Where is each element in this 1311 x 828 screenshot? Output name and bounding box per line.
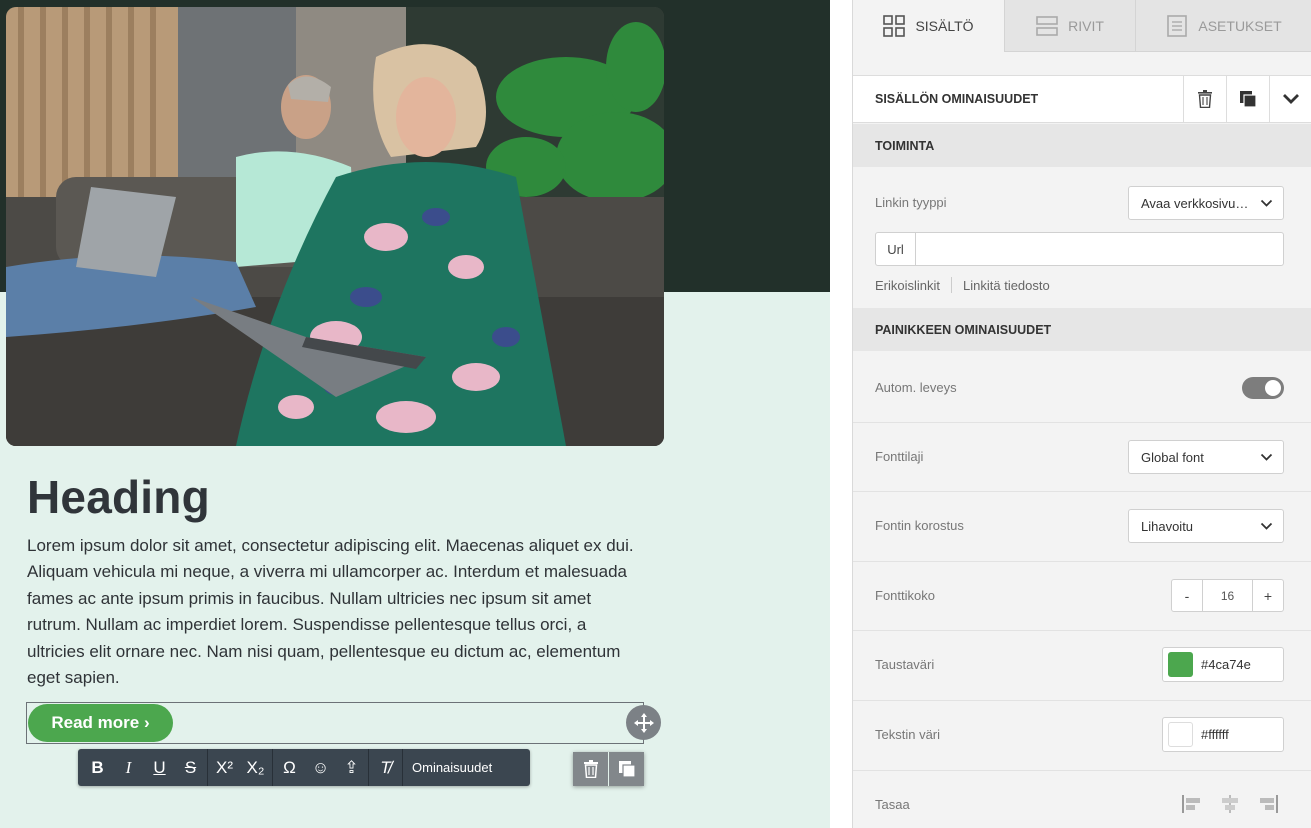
- url-input[interactable]: [916, 233, 1283, 265]
- duplicate-content-button[interactable]: [1226, 75, 1269, 123]
- email-canvas: Heading Lorem ipsum dolor sit amet, cons…: [0, 0, 830, 828]
- tab-settings-label: ASETUKSET: [1198, 17, 1282, 34]
- hero-image-illustration: [6, 7, 664, 446]
- align-label: Tasaa: [875, 797, 910, 812]
- font-family-label: Fonttilaji: [875, 449, 924, 464]
- url-label: Url: [876, 233, 916, 265]
- trash-icon: [583, 760, 598, 778]
- duplicate-icon: [618, 761, 636, 778]
- chevron-down-icon: [1283, 94, 1299, 104]
- properties-button[interactable]: Ominaisuudet: [404, 760, 500, 775]
- toolbar-divider: [368, 749, 369, 786]
- clear-format-button[interactable]: T̸: [370, 749, 401, 786]
- link-options-divider: [951, 277, 953, 293]
- row-divider: [853, 700, 1311, 701]
- chevron-down-icon: [1249, 199, 1283, 208]
- background-color-label: Taustaväri: [875, 657, 935, 672]
- font-size-stepper: - 16 +: [1171, 579, 1284, 612]
- font-size-decrease-button[interactable]: -: [1172, 580, 1202, 611]
- align-left-icon[interactable]: [1180, 792, 1204, 816]
- font-size-value[interactable]: 16: [1202, 580, 1253, 611]
- content-paragraph[interactable]: Lorem ipsum dolor sit amet, consectetur …: [27, 533, 647, 691]
- settings-doc-icon: [1167, 14, 1188, 37]
- link-type-value: Avaa verkkosivusto: [1141, 195, 1249, 211]
- tab-rows[interactable]: RIVIT: [1004, 0, 1135, 52]
- font-size-increase-button[interactable]: +: [1253, 580, 1283, 611]
- row-divider: [853, 561, 1311, 562]
- rich-text-toolbar: B I U S X² X₂ Ω ☺ ⇪ T̸ Ominaisuudet: [78, 749, 530, 786]
- properties-title: SISÄLLÖN OMINAISUUDET: [875, 92, 1039, 106]
- properties-header: SISÄLLÖN OMINAISUUDET: [853, 75, 1311, 123]
- superscript-button[interactable]: X²: [209, 749, 240, 786]
- background-color-value: #4ca74e: [1201, 657, 1251, 672]
- align-right-icon[interactable]: [1256, 792, 1280, 816]
- collapse-button[interactable]: [1269, 75, 1311, 123]
- link-options: Erikoislinkit Linkitä tiedosto: [875, 277, 1050, 293]
- read-more-button[interactable]: Read more ›: [28, 704, 173, 742]
- toolbar-divider: [272, 749, 273, 786]
- font-weight-select[interactable]: Lihavoitu: [1128, 509, 1284, 543]
- underline-button[interactable]: U: [144, 749, 175, 786]
- hero-image[interactable]: [6, 7, 664, 446]
- toggle-knob: [1265, 380, 1281, 396]
- duplicate-icon: [1240, 91, 1257, 108]
- align-buttons: [1180, 792, 1280, 816]
- link-type-select[interactable]: Avaa verkkosivusto: [1128, 186, 1284, 220]
- toolbar-divider: [207, 749, 208, 786]
- font-family-select[interactable]: Global font: [1128, 440, 1284, 474]
- move-handle-icon[interactable]: [626, 705, 661, 740]
- section-button-properties: PAINIKKEEN OMINAISUUDET: [853, 308, 1311, 351]
- special-character-button[interactable]: Ω: [274, 749, 305, 786]
- strikethrough-button[interactable]: S: [175, 749, 206, 786]
- row-divider: [853, 491, 1311, 492]
- auto-width-label: Autom. leveys: [875, 380, 957, 395]
- text-color-label: Tekstin väri: [875, 727, 941, 742]
- chevron-down-icon: [1249, 522, 1283, 531]
- background-color-swatch[interactable]: [1168, 652, 1193, 677]
- background-color-field[interactable]: #4ca74e: [1162, 647, 1284, 682]
- font-family-value: Global font: [1141, 449, 1204, 465]
- row-divider: [853, 630, 1311, 631]
- url-field: Url: [875, 232, 1284, 266]
- upload-button[interactable]: ⇪: [336, 749, 367, 786]
- duplicate-block-button[interactable]: [609, 752, 644, 786]
- text-color-field[interactable]: #ffffff: [1162, 717, 1284, 752]
- link-file-link[interactable]: Linkitä tiedosto: [963, 278, 1050, 293]
- align-center-icon[interactable]: [1218, 792, 1242, 816]
- tab-content[interactable]: SISÄLTÖ: [853, 0, 1004, 52]
- trash-icon: [1198, 90, 1212, 108]
- grid-icon: [883, 15, 906, 37]
- bold-button[interactable]: B: [82, 749, 113, 786]
- row-divider: [853, 422, 1311, 423]
- chevron-down-icon: [1249, 453, 1283, 462]
- font-size-label: Fonttikoko: [875, 588, 935, 603]
- delete-block-button[interactable]: [573, 752, 608, 786]
- tab-settings[interactable]: ASETUKSET: [1135, 0, 1311, 52]
- content-heading[interactable]: Heading: [27, 470, 210, 524]
- emoji-button[interactable]: ☺: [305, 749, 336, 786]
- delete-content-button[interactable]: [1183, 75, 1226, 123]
- panel-tabs: SISÄLTÖ RIVIT ASETUKSET: [853, 0, 1311, 52]
- font-weight-label: Fontin korostus: [875, 518, 964, 533]
- toolbar-divider: [402, 749, 403, 786]
- block-actions: [573, 752, 644, 786]
- subscript-button[interactable]: X₂: [240, 749, 271, 786]
- section-action: TOIMINTA: [853, 124, 1311, 167]
- row-divider: [853, 770, 1311, 771]
- rows-icon: [1036, 15, 1058, 36]
- link-type-label: Linkin tyyppi: [875, 195, 947, 210]
- text-color-swatch[interactable]: [1168, 722, 1193, 747]
- properties-panel: SISÄLTÖ RIVIT ASETUKSET SISÄLLÖN OMINAIS…: [852, 0, 1311, 828]
- font-weight-value: Lihavoitu: [1141, 518, 1194, 534]
- special-links-link[interactable]: Erikoislinkit: [875, 278, 940, 293]
- italic-button[interactable]: I: [113, 749, 144, 786]
- auto-width-toggle[interactable]: [1242, 377, 1284, 399]
- tab-content-label: SISÄLTÖ: [915, 18, 974, 34]
- tab-rows-label: RIVIT: [1068, 17, 1104, 34]
- text-color-value: #ffffff: [1201, 727, 1229, 742]
